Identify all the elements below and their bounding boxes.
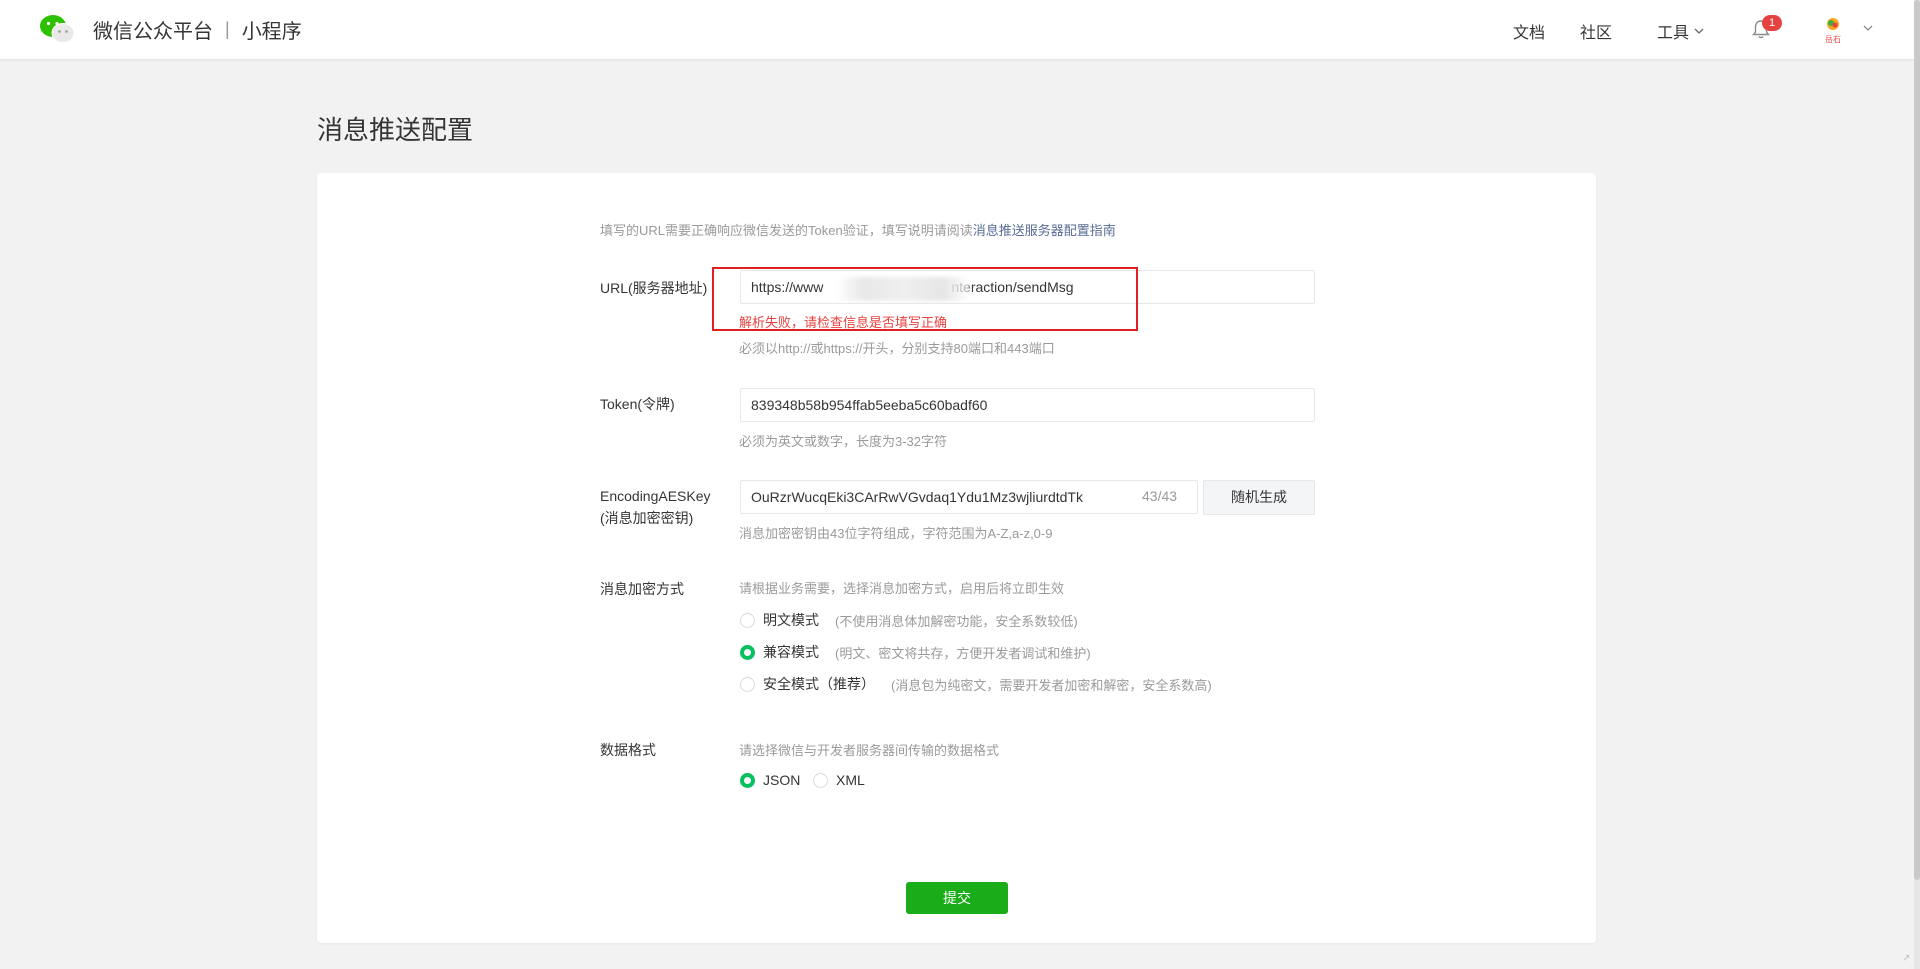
aes-key-hint: 消息加密密钥由43位字符组成，字符范围为A-Z,a-z,0-9 <box>739 526 1053 541</box>
data-format-label: 数据格式 <box>600 742 656 758</box>
top-bar: 微信公众平台 | 小程序 文档 社区 工具 1 岳石 <box>0 0 1920 60</box>
radio-compatible-checked-icon <box>740 644 755 660</box>
nav-tools-menu[interactable]: 工具 <box>1657 19 1705 43</box>
intro-description: 填写的URL需要正确响应微信发送的Token验证，填写说明请阅读 <box>600 223 973 238</box>
radio-plain-icon <box>740 612 755 628</box>
encryption-option-compatible-desc: (明文、密文将共存，方便开发者调试和维护) <box>835 645 1091 661</box>
page-scrollbar[interactable] <box>1914 0 1920 969</box>
token-label: Token(令牌) <box>600 396 675 412</box>
avatar-text: 岳石 <box>1825 34 1841 44</box>
encryption-option-compatible[interactable]: 兼容模式 (明文、密文将共存，方便开发者调试和维护) <box>740 642 1091 662</box>
encryption-option-secure-desc: (消息包为纯密文，需要开发者加密和解密，安全系数高) <box>891 677 1212 693</box>
avatar[interactable]: 岳石 <box>1822 15 1844 45</box>
brand-name: 微信公众平台 <box>93 21 213 43</box>
url-label: URL(服务器地址) <box>600 280 708 296</box>
config-guide-link[interactable]: 消息推送服务器配置指南 <box>973 223 1116 238</box>
aes-key-input[interactable]: OuRzrWucqEki3CArRwVGvdaq1Ydu1Mz3wjliurdt… <box>740 480 1198 514</box>
aes-key-char-count: 43/43 <box>1142 488 1178 504</box>
generate-key-button[interactable]: 随机生成 <box>1203 480 1315 515</box>
encryption-option-plain[interactable]: 明文模式 (不使用消息体加解密功能，安全系数较低) <box>740 610 1078 630</box>
radio-xml-icon <box>813 772 828 788</box>
chevron-down-icon <box>1694 28 1704 34</box>
aes-key-sublabel: (消息加密密钥) <box>600 510 694 526</box>
encryption-option-compatible-label: 兼容模式 <box>763 644 819 660</box>
token-hint: 必须为英文或数字，长度为3-32字符 <box>739 434 948 449</box>
brand-title[interactable]: 微信公众平台 | 小程序 <box>93 15 302 44</box>
encryption-option-secure-label: 安全模式（推荐） <box>763 676 875 692</box>
token-input[interactable]: 839348b58b954ffab5eeba5c60badf60 <box>740 388 1315 422</box>
encryption-label: 消息加密方式 <box>600 581 684 597</box>
url-error-message: 解析失败，请检查信息是否填写正确 <box>739 315 948 330</box>
data-format-option-xml[interactable]: XML <box>813 772 865 788</box>
nav-tools-label: 工具 <box>1657 25 1690 42</box>
data-format-option-json[interactable]: JSON <box>740 772 800 788</box>
data-format-xml-label: XML <box>836 772 865 788</box>
encryption-option-plain-label: 明文模式 <box>763 612 819 628</box>
aes-key-label: EncodingAESKey <box>600 488 711 504</box>
wechat-logo-icon <box>40 15 75 43</box>
account-chevron-down-icon[interactable] <box>1862 22 1874 34</box>
nav-community-link[interactable]: 社区 <box>1580 19 1612 43</box>
submit-button[interactable]: 提交 <box>906 882 1008 914</box>
data-format-hint: 请选择微信与开发者服务器间传输的数据格式 <box>739 743 1000 758</box>
radio-secure-icon <box>740 676 755 692</box>
notification-badge: 1 <box>1762 15 1782 31</box>
data-format-json-label: JSON <box>763 772 801 788</box>
page-title: 消息推送配置 <box>317 115 474 145</box>
url-hint: 必须以http://或https://开头，分别支持80端口和443端口 <box>739 341 1055 356</box>
encryption-option-secure[interactable]: 安全模式（推荐） (消息包为纯密文，需要开发者加密和解密，安全系数高) <box>740 674 1212 694</box>
encryption-option-plain-desc: (不使用消息体加解密功能，安全系数较低) <box>835 613 1078 629</box>
intro-text: 填写的URL需要正确响应微信发送的Token验证，填写说明请阅读消息推送服务器配… <box>600 220 1116 239</box>
brand-separator: | <box>225 19 230 39</box>
scrollbar-thumb[interactable] <box>1914 0 1920 880</box>
encryption-hint: 请根据业务需要，选择消息加密方式，启用后将立即生效 <box>739 581 1065 596</box>
corner-arrow-icon: ↗ <box>1902 953 1911 964</box>
product-name: 小程序 <box>241 21 302 43</box>
radio-json-checked-icon <box>740 772 755 788</box>
nav-docs-link[interactable]: 文档 <box>1513 19 1545 43</box>
